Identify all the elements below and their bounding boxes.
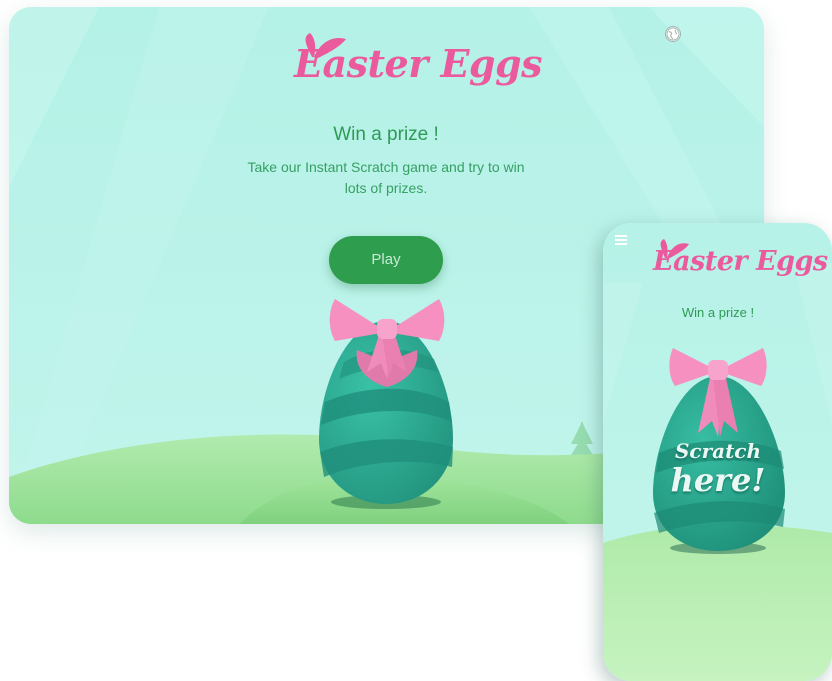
bunny-ears-icon: [305, 33, 346, 59]
scratch-area[interactable]: Scratch here!: [663, 433, 773, 503]
desktop-description-line1: Take our Instant Scratch game and try to…: [247, 159, 525, 175]
hamburger-icon[interactable]: [615, 235, 627, 246]
mobile-screen: Easter Eggs Win a prize ! Scratch here!: [603, 223, 832, 681]
scratch-text-line1: Scratch: [674, 439, 762, 463]
play-button[interactable]: Play: [329, 236, 443, 284]
desktop-subtitle: Win a prize !: [333, 124, 439, 145]
bunny-ears-icon: [660, 239, 689, 259]
desktop-description: Take our Instant Scratch game and try to…: [186, 157, 586, 199]
mobile-subtitle: Win a prize !: [681, 305, 755, 320]
scratch-text-line2: here!: [670, 461, 766, 499]
desktop-description-line2: lots of prizes.: [344, 180, 428, 196]
globe-icon[interactable]: [666, 27, 680, 41]
